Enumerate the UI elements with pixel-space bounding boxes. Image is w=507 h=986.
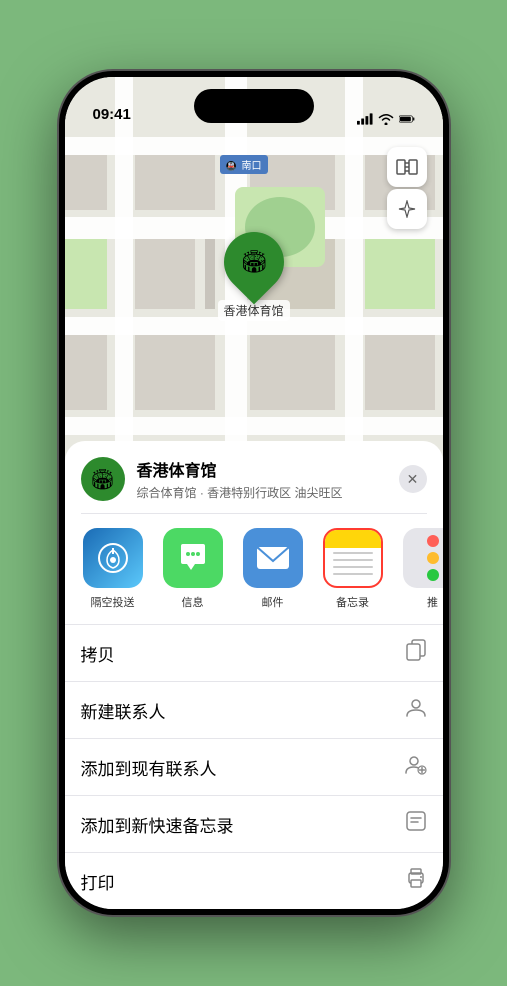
messages-icon (175, 540, 211, 576)
messages-label: 信息 (182, 594, 204, 610)
bottom-sheet: 🏟 香港体育馆 综合体育馆 · 香港特别行政区 油尖旺区 ✕ (65, 441, 443, 909)
new-contact-icon (405, 696, 427, 724)
messages-icon-wrap (163, 528, 223, 588)
airdrop-icon (97, 542, 129, 574)
notes-lines (333, 552, 373, 575)
more-icon-wrap (403, 528, 443, 588)
action-quick-note-label: 添加到新快速备忘录 (81, 812, 234, 837)
status-time: 09:41 (93, 106, 131, 125)
share-messages[interactable]: 信息 (161, 528, 225, 610)
share-mail[interactable]: 邮件 (241, 528, 305, 610)
add-contact-icon (405, 753, 427, 781)
south-entrance-label: 🚇 南口 (220, 155, 268, 174)
action-print-label: 打印 (81, 869, 115, 894)
close-button[interactable]: ✕ (399, 465, 427, 493)
action-copy-label: 拷贝 (81, 641, 115, 666)
notes-label: 备忘录 (336, 594, 369, 610)
share-more[interactable]: 推 (401, 528, 443, 610)
dot-green (427, 569, 439, 581)
airdrop-icon-wrap (83, 528, 143, 588)
wifi-icon (378, 113, 394, 125)
signal-icon (357, 113, 373, 125)
place-name: 香港体育馆 (137, 457, 399, 481)
place-info: 香港体育馆 综合体育馆 · 香港特别行政区 油尖旺区 (137, 457, 399, 501)
location-button[interactable] (387, 189, 427, 229)
print-icon (405, 867, 427, 895)
copy-icon (405, 639, 427, 667)
notes-icon-wrap (323, 528, 383, 588)
map-area[interactable]: 🚇 南口 (65, 77, 443, 497)
place-icon: 🏟 (81, 457, 125, 501)
notes-yellow-header (325, 530, 381, 548)
more-label: 推 (427, 594, 438, 610)
dynamic-island (194, 89, 314, 123)
action-add-contact-label: 添加到现有联系人 (81, 755, 217, 780)
action-new-contact-label: 新建联系人 (81, 698, 166, 723)
action-copy[interactable]: 拷贝 (65, 624, 443, 681)
pin-icon: 🏟 (211, 220, 296, 305)
battery-icon (399, 113, 415, 125)
quick-note-icon (405, 810, 427, 838)
share-row: 隔空投送 信息 (65, 514, 443, 624)
phone-screen: 09:41 (65, 77, 443, 909)
mail-icon-wrap (243, 528, 303, 588)
airdrop-label: 隔空投送 (91, 594, 135, 610)
mail-icon (255, 543, 291, 573)
share-airdrop[interactable]: 隔空投送 (81, 528, 145, 610)
map-type-button[interactable] (387, 147, 427, 187)
location-pin: 🏟 香港体育馆 (217, 232, 289, 321)
dot-red (427, 535, 439, 547)
status-icons (357, 113, 415, 125)
place-header: 🏟 香港体育馆 综合体育馆 · 香港特别行政区 油尖旺区 ✕ (65, 457, 443, 513)
action-print[interactable]: 打印 (65, 852, 443, 909)
share-notes[interactable]: 备忘录 (321, 528, 385, 610)
action-quick-note[interactable]: 添加到新快速备忘录 (65, 795, 443, 852)
action-new-contact[interactable]: 新建联系人 (65, 681, 443, 738)
place-subtitle: 综合体育馆 · 香港特别行政区 油尖旺区 (137, 484, 399, 501)
dot-yellow (427, 552, 439, 564)
mail-label: 邮件 (262, 594, 284, 610)
map-controls (387, 147, 427, 229)
phone-frame: 09:41 (59, 71, 449, 915)
action-add-contact[interactable]: 添加到现有联系人 (65, 738, 443, 795)
